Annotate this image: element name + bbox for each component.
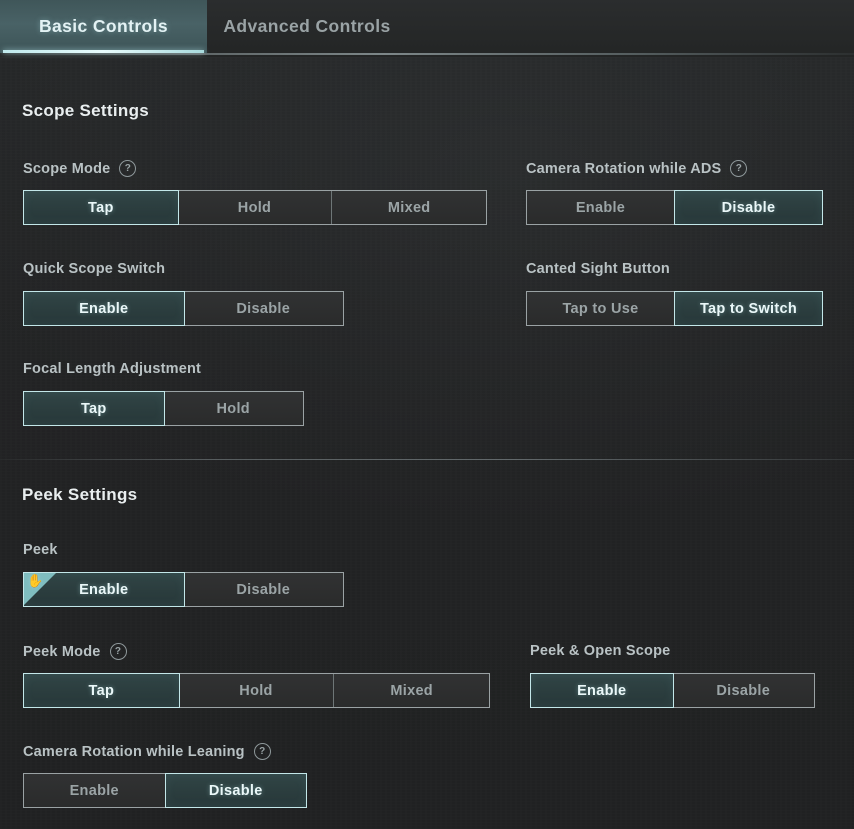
seg-option-scope-mode-hold[interactable]: Hold: [177, 191, 333, 224]
tab-basic-controls[interactable]: Basic Controls: [0, 0, 207, 53]
row-label-peek-mode: Peek Mode: [23, 643, 127, 660]
row-label-text: Camera Rotation while Leaning: [23, 743, 245, 760]
row-label-text: Peek Mode: [23, 643, 101, 660]
segmented-control-peek-mode[interactable]: Tap Hold Mixed: [23, 673, 490, 708]
row-label-scope-mode: Scope Mode: [23, 160, 137, 177]
help-icon-peek-mode[interactable]: [109, 643, 127, 660]
segmented-control-camera-rotation-ads[interactable]: Enable Disable: [526, 190, 823, 225]
row-label-text: Canted Sight Button: [526, 261, 670, 277]
seg-option-camera-rotation-leaning-enable[interactable]: Enable: [24, 774, 166, 807]
segmented-control-canted-sight-button[interactable]: Tap to Use Tap to Switch: [526, 291, 823, 326]
section-divider: [0, 459, 854, 460]
section-title-scope-settings: Scope Settings: [22, 101, 150, 120]
row-label-text: Peek & Open Scope: [530, 643, 671, 659]
row-label-text: Focal Length Adjustment: [23, 361, 202, 377]
segmented-control-peek[interactable]: ✋ Enable Disable: [23, 572, 344, 607]
segmented-control-scope-mode[interactable]: Tap Hold Mixed: [23, 190, 487, 225]
segmented-control-peek-open-scope[interactable]: Enable Disable: [530, 673, 815, 708]
tab-bar-underline: [0, 53, 854, 55]
seg-option-camera-rotation-leaning-disable[interactable]: Disable: [164, 773, 307, 808]
row-label-canted-sight-button: Canted Sight Button: [526, 261, 670, 277]
row-label-text: Camera Rotation while ADS: [526, 160, 722, 177]
seg-option-scope-mode-mixed[interactable]: Mixed: [332, 191, 487, 224]
help-icon-camera-rotation-ads[interactable]: [730, 160, 748, 177]
seg-option-peek-open-scope-disable[interactable]: Disable: [672, 674, 814, 707]
seg-option-peek-mode-mixed[interactable]: Mixed: [334, 674, 490, 707]
seg-option-quick-scope-switch-enable[interactable]: Enable: [23, 291, 185, 326]
hand-pointer-glyph: ✋: [27, 573, 44, 588]
help-icon-scope-mode[interactable]: [119, 160, 137, 177]
seg-option-camera-rotation-ads-disable[interactable]: Disable: [674, 190, 823, 225]
row-label-text: Quick Scope Switch: [23, 261, 166, 277]
seg-option-peek-mode-tap[interactable]: Tap: [23, 673, 180, 708]
seg-option-peek-disable[interactable]: Disable: [183, 573, 343, 606]
hand-pointer-icon: ✋: [24, 573, 58, 606]
row-label-camera-rotation-ads: Camera Rotation while ADS: [526, 160, 748, 177]
seg-option-scope-mode-tap[interactable]: Tap: [23, 190, 179, 225]
row-label-text: Scope Mode: [23, 160, 111, 177]
seg-option-canted-sight-tap-to-use[interactable]: Tap to Use: [527, 292, 675, 325]
seg-option-peek-mode-hold[interactable]: Hold: [178, 674, 335, 707]
section-title-peek-settings: Peek Settings: [22, 485, 138, 504]
seg-option-peek-open-scope-enable[interactable]: Enable: [530, 673, 674, 708]
tab-advanced-controls[interactable]: Advanced Controls: [207, 0, 407, 53]
tab-bar: Basic Controls Advanced Controls: [0, 0, 854, 57]
row-label-quick-scope-switch: Quick Scope Switch: [23, 261, 165, 277]
segmented-control-focal-length-adjustment[interactable]: Tap Hold: [23, 391, 304, 426]
segmented-control-camera-rotation-leaning[interactable]: Enable Disable: [23, 773, 307, 808]
row-label-camera-rotation-leaning: Camera Rotation while Leaning: [23, 743, 271, 760]
row-label-text: Peek: [23, 542, 58, 558]
help-icon-camera-rotation-leaning[interactable]: [253, 743, 271, 760]
settings-screen: Basic Controls Advanced Controls Scope S…: [0, 0, 854, 829]
seg-option-camera-rotation-ads-enable[interactable]: Enable: [527, 191, 675, 224]
seg-option-quick-scope-switch-disable[interactable]: Disable: [183, 292, 343, 325]
seg-option-label: Enable: [79, 581, 129, 598]
seg-option-focal-length-hold[interactable]: Hold: [163, 392, 303, 425]
seg-option-peek-enable[interactable]: ✋ Enable: [23, 572, 185, 607]
row-label-peek: Peek: [23, 542, 58, 558]
seg-option-focal-length-tap[interactable]: Tap: [23, 391, 165, 426]
row-label-focal-length-adjustment: Focal Length Adjustment: [23, 361, 201, 377]
segmented-control-quick-scope-switch[interactable]: Enable Disable: [23, 291, 344, 326]
row-label-peek-open-scope: Peek & Open Scope: [530, 643, 670, 659]
seg-option-canted-sight-tap-to-switch[interactable]: Tap to Switch: [674, 291, 823, 326]
